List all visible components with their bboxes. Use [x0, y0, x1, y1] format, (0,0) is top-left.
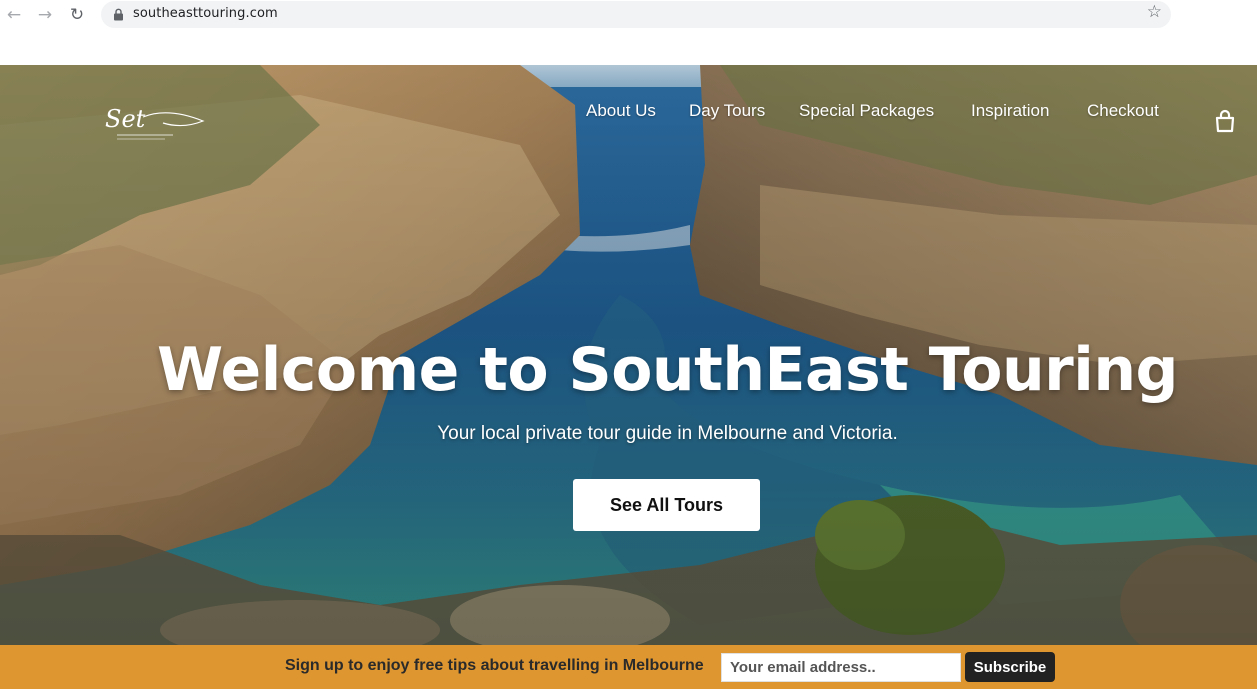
signup-prompt: Sign up to enjoy free tips about travell… — [285, 657, 704, 674]
url-text[interactable]: southeasttouring.com — [133, 6, 278, 21]
lock-icon — [114, 8, 123, 21]
svg-text:Set: Set — [105, 105, 146, 133]
hero-section: Set About Us Day Tours Special Packages … — [0, 65, 1257, 645]
bookmark-star-icon[interactable]: ☆ — [1147, 4, 1162, 21]
nav-day-tours[interactable]: Day Tours — [689, 101, 765, 121]
shopping-bag-icon[interactable] — [1214, 109, 1236, 133]
nav-special-packages[interactable]: Special Packages — [799, 101, 934, 121]
see-all-tours-button[interactable]: See All Tours — [573, 479, 760, 531]
subscribe-button[interactable]: Subscribe — [965, 652, 1055, 682]
hero-subtitle: Your local private tour guide in Melbour… — [437, 423, 898, 444]
hero-title: Welcome to SouthEast Touring — [157, 335, 1179, 405]
site-logo[interactable]: Set — [103, 101, 208, 143]
newsletter-signup-bar: Sign up to enjoy free tips about travell… — [0, 645, 1257, 689]
back-arrow-icon[interactable]: ← — [3, 4, 25, 26]
nav-inspiration[interactable]: Inspiration — [971, 101, 1049, 121]
nav-checkout[interactable]: Checkout — [1087, 101, 1159, 121]
browser-toolbar: ← → ↻ southeasttouring.com ☆ — [0, 0, 1257, 65]
email-field[interactable] — [721, 653, 961, 682]
forward-arrow-icon[interactable]: → — [34, 4, 56, 26]
nav-about-us[interactable]: About Us — [586, 101, 656, 121]
address-bar[interactable]: southeasttouring.com ☆ — [101, 1, 1171, 28]
reload-icon[interactable]: ↻ — [66, 4, 88, 26]
